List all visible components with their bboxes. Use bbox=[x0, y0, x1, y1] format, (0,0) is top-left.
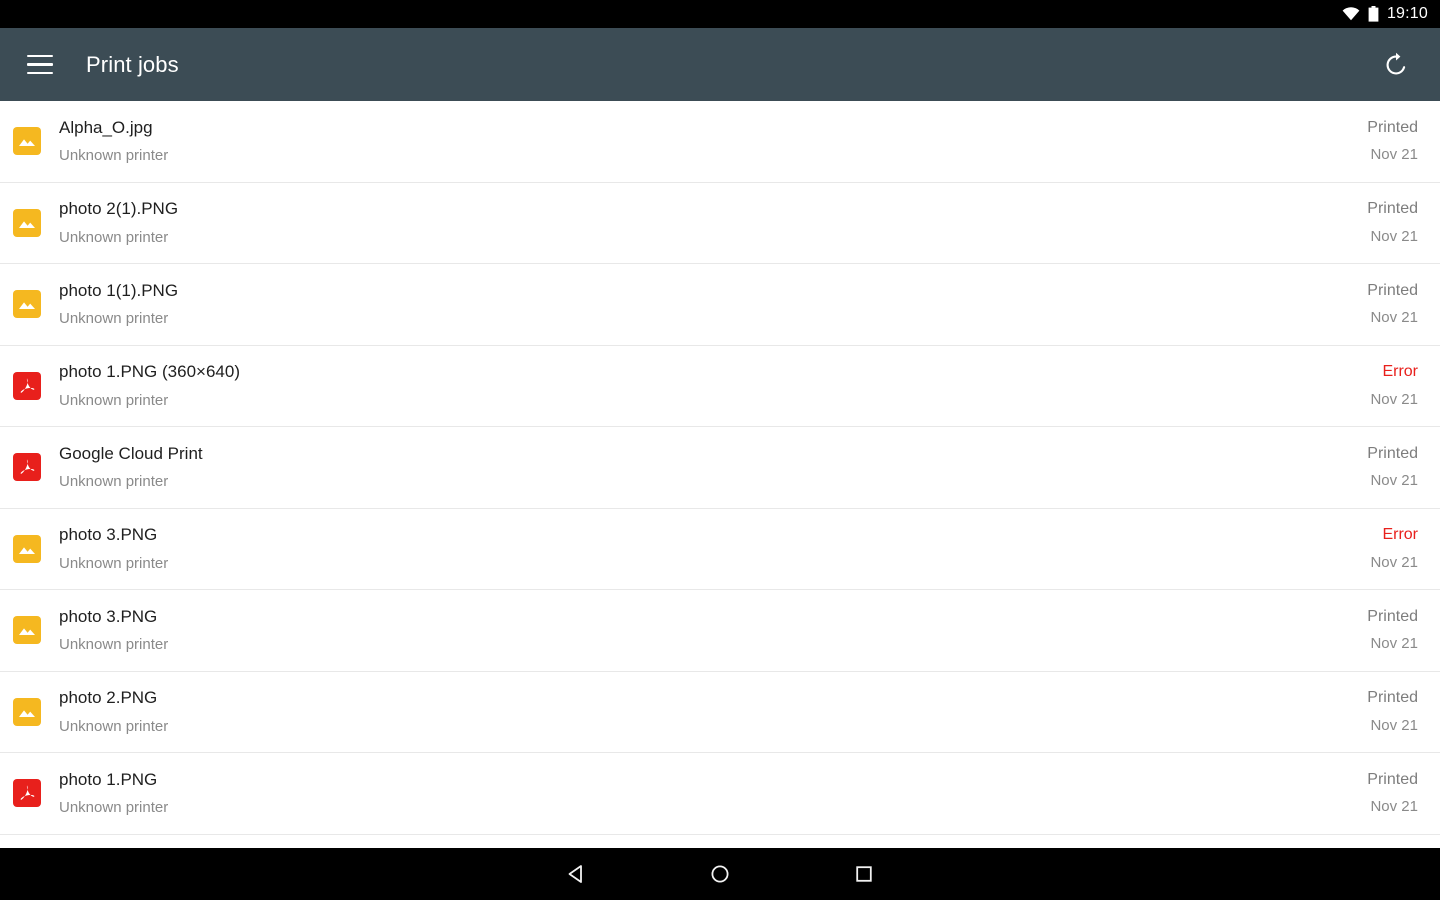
print-job-date: Nov 21 bbox=[1370, 227, 1418, 245]
print-job-printer: Unknown printer bbox=[59, 636, 169, 654]
print-job-row[interactable]: photo 3.PNG Unknown printer Printed Nov 21 bbox=[0, 590, 1440, 672]
menu-bar-3 bbox=[27, 71, 53, 75]
print-job-status: Printed bbox=[1367, 118, 1418, 136]
app-toolbar: Print jobs bbox=[0, 28, 1440, 101]
print-job-meta: Printed Nov 21 bbox=[1351, 199, 1418, 246]
print-job-status: Printed bbox=[1367, 200, 1418, 218]
android-navigation-bar bbox=[0, 848, 1440, 900]
image-file-icon bbox=[13, 616, 41, 645]
status-bar: 19:10 bbox=[0, 0, 1440, 28]
print-job-text: photo 1.PNG (360×640) Unknown printer bbox=[59, 361, 1354, 410]
print-job-status: Printed bbox=[1367, 281, 1418, 299]
image-file-icon bbox=[13, 697, 41, 726]
print-job-meta: Printed Nov 21 bbox=[1351, 281, 1418, 328]
print-job-text: photo 1(1).PNG Unknown printer bbox=[59, 280, 1351, 329]
print-job-printer: Unknown printer bbox=[59, 799, 169, 817]
status-bar-clock: 19:10 bbox=[1386, 5, 1428, 22]
pdf-file-icon bbox=[13, 779, 41, 808]
print-job-date: Nov 21 bbox=[1370, 309, 1418, 327]
image-file-icon bbox=[13, 127, 41, 156]
back-triangle-icon[interactable] bbox=[504, 848, 648, 900]
menu-bar-2 bbox=[27, 63, 53, 66]
print-job-date: Nov 21 bbox=[1370, 798, 1418, 816]
print-job-text: Alpha_O.jpg Unknown printer bbox=[59, 117, 1351, 166]
print-job-row[interactable]: photo 1.PNG (360×640) Unknown printer Erro… bbox=[0, 345, 1440, 427]
wifi-icon bbox=[1342, 7, 1360, 21]
image-file-icon bbox=[13, 208, 41, 237]
print-job-title: photo 3.PNG bbox=[59, 525, 158, 545]
print-job-text: photo 1.PNG Unknown printer bbox=[59, 769, 1351, 818]
print-job-status: Printed bbox=[1367, 444, 1418, 462]
image-file-icon bbox=[13, 534, 41, 563]
print-job-title: photo 1(1).PNG bbox=[59, 280, 179, 300]
menu-bar-1 bbox=[27, 54, 53, 58]
print-job-title: Alpha_O.jpg bbox=[59, 117, 153, 137]
print-job-printer: Unknown printer bbox=[59, 391, 169, 409]
print-job-text: photo 3.PNG Unknown printer bbox=[59, 606, 1351, 655]
print-job-text: photo 2(1).PNG Unknown printer bbox=[59, 198, 1351, 247]
refresh-icon[interactable] bbox=[1374, 43, 1418, 87]
print-job-meta: Printed Nov 21 bbox=[1351, 118, 1418, 165]
print-job-meta: Error Nov 21 bbox=[1354, 525, 1418, 572]
print-job-row[interactable]: photo 3.PNG Unknown printer Error Nov 21 bbox=[0, 508, 1440, 590]
print-job-title: photo 3.PNG bbox=[59, 606, 158, 626]
print-job-row[interactable]: photo 2.PNG Unknown printer Printed Nov 21 bbox=[0, 671, 1440, 753]
image-file-icon bbox=[13, 290, 41, 319]
print-job-row[interactable]: Alpha_O.jpg Unknown printer Printed Nov 21 bbox=[0, 101, 1440, 183]
print-job-status: Error bbox=[1382, 526, 1418, 544]
print-job-title: Google Cloud Print bbox=[59, 443, 203, 463]
print-job-date: Nov 21 bbox=[1370, 472, 1418, 490]
print-job-meta: Printed Nov 21 bbox=[1351, 607, 1418, 654]
print-jobs-list[interactable]: Alpha_O.jpg Unknown printer Printed Nov 21 p… bbox=[0, 101, 1440, 848]
print-job-printer: Unknown printer bbox=[59, 554, 169, 572]
home-circle-icon[interactable] bbox=[648, 848, 792, 900]
print-job-row[interactable]: photo 1.PNG Unknown printer Printed Nov 21 bbox=[0, 753, 1440, 835]
print-job-row[interactable]: Google Cloud Print Unknown printer Printed… bbox=[0, 427, 1440, 509]
print-job-meta: Printed Nov 21 bbox=[1351, 444, 1418, 491]
print-job-printer: Unknown printer bbox=[59, 228, 169, 246]
print-job-status: Printed bbox=[1367, 689, 1418, 707]
print-job-status: Printed bbox=[1367, 770, 1418, 788]
print-job-meta: Printed Nov 21 bbox=[1351, 688, 1418, 735]
print-job-title: photo 2(1).PNG bbox=[59, 199, 179, 219]
hamburger-menu-icon[interactable] bbox=[18, 43, 62, 87]
print-job-row[interactable]: photo 1(1).PNG Unknown printer Printed Nov … bbox=[0, 264, 1440, 346]
print-job-row[interactable]: photo 2(1).PNG Unknown printer Printed Nov … bbox=[0, 182, 1440, 264]
pdf-file-icon bbox=[13, 453, 41, 482]
print-job-status: Error bbox=[1382, 363, 1418, 381]
pdf-file-icon bbox=[13, 371, 41, 400]
print-job-date: Nov 21 bbox=[1370, 635, 1418, 653]
print-job-meta: Printed Nov 21 bbox=[1351, 770, 1418, 817]
print-job-title: photo 2.PNG bbox=[59, 688, 158, 708]
print-job-date: Nov 21 bbox=[1370, 146, 1418, 164]
print-job-date: Nov 21 bbox=[1370, 390, 1418, 408]
print-job-title: photo 1.PNG (360×640) bbox=[59, 362, 240, 382]
page-title: Print jobs bbox=[86, 51, 179, 77]
print-job-printer: Unknown printer bbox=[59, 147, 169, 165]
print-job-printer: Unknown printer bbox=[59, 717, 169, 735]
print-job-text: Google Cloud Print Unknown printer bbox=[59, 443, 1351, 492]
print-job-printer: Unknown printer bbox=[59, 473, 169, 491]
print-job-meta: Error Nov 21 bbox=[1354, 362, 1418, 409]
recents-square-icon[interactable] bbox=[792, 848, 936, 900]
print-job-title: photo 1.PNG bbox=[59, 769, 158, 789]
print-job-date: Nov 21 bbox=[1370, 553, 1418, 571]
print-job-status: Printed bbox=[1367, 607, 1418, 625]
battery-icon bbox=[1368, 6, 1379, 22]
print-job-date: Nov 21 bbox=[1370, 716, 1418, 734]
print-job-printer: Unknown printer bbox=[59, 310, 169, 328]
print-job-text: photo 2.PNG Unknown printer bbox=[59, 687, 1351, 736]
print-job-text: photo 3.PNG Unknown printer bbox=[59, 524, 1354, 573]
